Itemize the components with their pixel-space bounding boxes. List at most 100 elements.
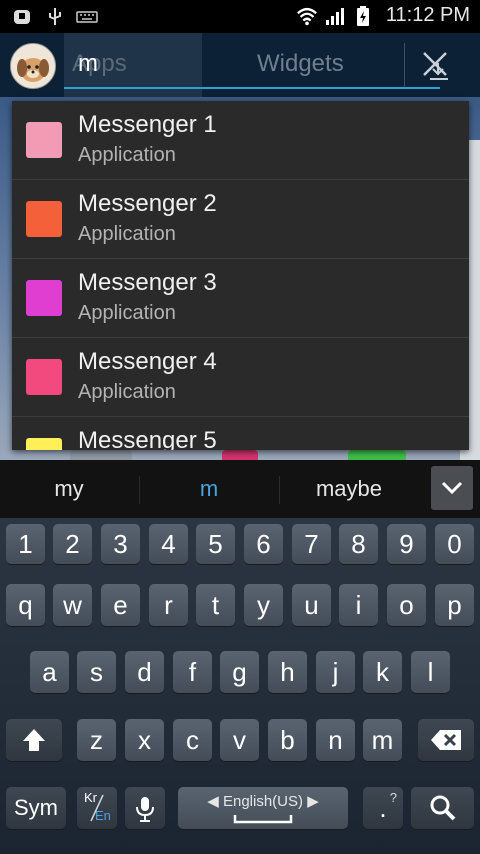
key-0[interactable]: 0 (435, 524, 474, 564)
shift-arrow-icon (23, 729, 45, 751)
period-label: . (379, 793, 387, 823)
result-item[interactable]: Messenger 5 Application (12, 417, 469, 450)
space-language-row: ◀ English(US) ▶ (178, 793, 348, 811)
result-name: Messenger 2 (78, 190, 217, 217)
key-h[interactable]: h (268, 651, 307, 693)
arrow-left-icon: ◀ (207, 793, 219, 810)
app-icon-peek (222, 450, 258, 460)
key-8[interactable]: 8 (339, 524, 378, 564)
clear-search-button[interactable] (416, 45, 456, 85)
search-key[interactable] (411, 787, 474, 829)
app-icon (26, 438, 62, 450)
period-hint: ? (389, 790, 397, 805)
search-input[interactable] (76, 49, 180, 79)
search-results-dropdown: Messenger 1 Application Messenger 2 Appl… (12, 101, 469, 450)
key-9[interactable]: 9 (387, 524, 426, 564)
key-1[interactable]: 1 (6, 524, 45, 564)
key-m[interactable]: m (363, 719, 402, 761)
key-f[interactable]: f (173, 651, 212, 693)
suggestion-left[interactable]: my (0, 476, 138, 502)
key-w[interactable]: w (53, 584, 92, 626)
usb-debug-icon (44, 6, 66, 28)
space-key[interactable]: ◀ English(US) ▶ (178, 787, 348, 829)
usb-connection-icon (12, 6, 34, 28)
result-name: Messenger 4 (78, 348, 217, 375)
key-7[interactable]: 7 (292, 524, 331, 564)
search-icon (430, 795, 455, 821)
key-n[interactable]: n (316, 719, 355, 761)
search-header: Apps Widgets (0, 33, 480, 97)
result-item[interactable]: Messenger 1 Application (12, 101, 469, 180)
app-icon-peek (348, 450, 406, 460)
backspace-icon (431, 730, 461, 750)
key-e[interactable]: e (101, 584, 140, 626)
arrow-right-icon: ▶ (307, 793, 319, 810)
chevron-down-icon (441, 481, 463, 495)
key-v[interactable]: v (220, 719, 259, 761)
result-item[interactable]: Messenger 2 Application (12, 180, 469, 259)
key-3[interactable]: 3 (101, 524, 140, 564)
app-icon (26, 201, 62, 237)
sym-key[interactable]: Sym (6, 787, 66, 829)
key-i[interactable]: i (339, 584, 378, 626)
result-type: Application (78, 381, 176, 403)
app-icon (26, 122, 62, 158)
key-a[interactable]: a (30, 651, 69, 693)
result-type: Application (78, 223, 176, 245)
key-4[interactable]: 4 (149, 524, 188, 564)
microphone-icon (136, 797, 154, 822)
word-suggestion-bar: my m maybe (0, 460, 480, 518)
result-type: Application (78, 144, 176, 166)
key-g[interactable]: g (220, 651, 259, 693)
status-bar: 11:12 PM (0, 0, 480, 33)
key-x[interactable]: x (125, 719, 164, 761)
space-language-label: English(US) (222, 793, 304, 810)
key-b[interactable]: b (268, 719, 307, 761)
avatar[interactable] (10, 43, 56, 89)
keyboard: 1 2 3 4 5 6 7 8 9 0 q w e r t y u i o p … (0, 518, 480, 854)
key-t[interactable]: t (196, 584, 235, 626)
battery-charging-icon (352, 5, 374, 27)
key-l[interactable]: l (411, 651, 450, 693)
key-p[interactable]: p (435, 584, 474, 626)
key-o[interactable]: o (387, 584, 426, 626)
app-icon (26, 359, 62, 395)
key-y[interactable]: y (244, 584, 283, 626)
key-k[interactable]: k (363, 651, 402, 693)
key-2[interactable]: 2 (53, 524, 92, 564)
key-q[interactable]: q (6, 584, 45, 626)
suggestion-middle[interactable]: m (140, 476, 278, 502)
result-item[interactable]: Messenger 3 Application (12, 259, 469, 338)
key-d[interactable]: d (125, 651, 164, 693)
period-key[interactable]: ? . (363, 787, 403, 829)
key-6[interactable]: 6 (244, 524, 283, 564)
result-name: Messenger 3 (78, 269, 217, 296)
signal-icon (324, 5, 346, 27)
space-bar-icon (233, 815, 293, 824)
key-j[interactable]: j (316, 651, 355, 693)
app-icon (26, 280, 62, 316)
backspace-key[interactable] (418, 719, 474, 761)
key-z[interactable]: z (77, 719, 116, 761)
voice-input-key[interactable] (125, 787, 165, 829)
expand-suggestions-button[interactable] (431, 466, 473, 510)
key-r[interactable]: r (149, 584, 188, 626)
header-divider (404, 43, 405, 87)
slash-icon (90, 794, 104, 822)
shift-key[interactable] (6, 719, 62, 761)
key-5[interactable]: 5 (196, 524, 235, 564)
clock: 11:12 PM (385, 4, 470, 26)
result-item[interactable]: Messenger 4 Application (12, 338, 469, 417)
close-download-icon (423, 52, 448, 80)
suggestion-right[interactable]: maybe (280, 476, 418, 502)
language-switch-key[interactable]: Kr En (77, 787, 117, 829)
keyboard-icon (76, 6, 98, 28)
result-type: Application (78, 302, 176, 324)
key-u[interactable]: u (292, 584, 331, 626)
wifi-icon (296, 5, 318, 27)
result-name: Messenger 1 (78, 111, 217, 138)
key-s[interactable]: s (77, 651, 116, 693)
app-icon-peek (70, 450, 132, 460)
key-c[interactable]: c (173, 719, 212, 761)
search-field[interactable] (64, 43, 440, 89)
